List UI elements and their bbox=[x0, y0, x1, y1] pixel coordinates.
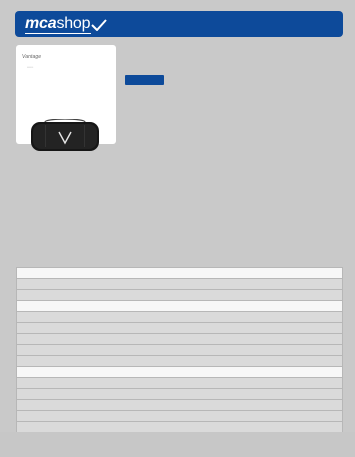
table-row bbox=[16, 400, 343, 411]
logo-text-bold: mca bbox=[25, 15, 57, 32]
table-row bbox=[16, 323, 343, 334]
page-footer bbox=[0, 432, 355, 457]
brand-logo: Vantage bbox=[22, 54, 42, 60]
table-row bbox=[16, 356, 343, 367]
logo-text-light: shop bbox=[56, 15, 91, 32]
table-row bbox=[16, 378, 343, 389]
table-row bbox=[16, 367, 343, 378]
table-row bbox=[16, 389, 343, 400]
logo-underline bbox=[25, 33, 91, 34]
table-row bbox=[16, 279, 343, 290]
checkmark-icon bbox=[91, 19, 108, 31]
table-row bbox=[16, 268, 343, 279]
site-header: mca shop bbox=[15, 11, 343, 37]
product-image-card[interactable]: Vantage •••••• bbox=[16, 45, 116, 151]
brand-sub-mark: •••••• bbox=[27, 65, 34, 69]
mcashop-logo[interactable]: mca shop bbox=[25, 15, 108, 33]
action-button[interactable] bbox=[125, 75, 164, 85]
table-row bbox=[16, 345, 343, 356]
camera-bag-icon bbox=[31, 119, 99, 151]
table-row bbox=[16, 334, 343, 345]
table-row bbox=[16, 290, 343, 301]
table-row bbox=[16, 411, 343, 422]
table-row bbox=[16, 301, 343, 312]
product-details-table bbox=[16, 267, 343, 433]
table-row bbox=[16, 312, 343, 323]
